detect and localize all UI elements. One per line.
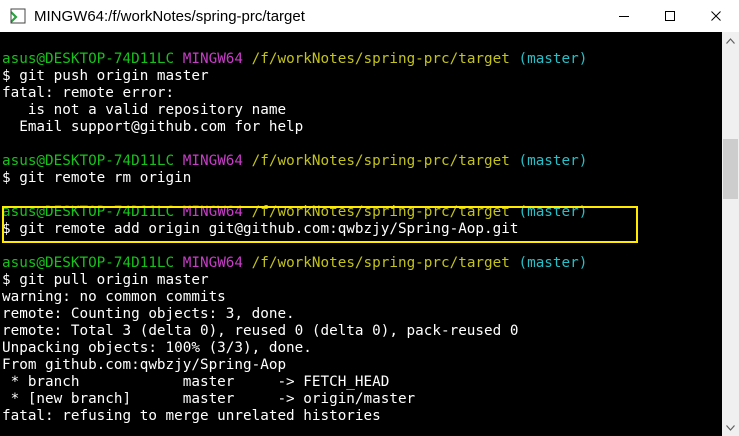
git-bash-icon <box>10 8 26 24</box>
prompt-path: /f/workNotes/spring-prc/target <box>251 255 510 271</box>
prompt-user: asus@DESKTOP-74D11LC <box>2 51 175 67</box>
minimize-icon <box>619 16 629 17</box>
vertical-scrollbar[interactable] <box>722 32 739 436</box>
output-line: remote: Counting objects: 3, done. <box>2 306 295 322</box>
output-line: From github.com:qwbzjy/Spring-Aop <box>2 357 287 373</box>
prompt-branch: (master) <box>518 255 588 271</box>
output-line: remote: Total 3 (delta 0), reused 0 (del… <box>2 323 519 339</box>
prompt-branch: (master) <box>518 153 588 169</box>
window-title: MINGW64:/f/workNotes/spring-prc/target <box>34 7 305 25</box>
output-line: fatal: refusing to merge unrelated histo… <box>2 408 381 424</box>
prompt-line: asus@DESKTOP-74D11LC MINGW64 /f/workNote… <box>2 153 587 170</box>
chevron-up-icon <box>726 37 735 44</box>
close-button[interactable] <box>693 0 739 32</box>
output-line: * branch master -> FETCH_HEAD <box>2 374 390 390</box>
prompt-path: /f/workNotes/spring-prc/target <box>251 51 510 67</box>
command-line: $ git remote rm origin <box>2 170 192 186</box>
prompt-branch: (master) <box>518 51 588 67</box>
maximize-button[interactable] <box>647 0 693 32</box>
title-bar[interactable]: MINGW64:/f/workNotes/spring-prc/target <box>0 0 739 32</box>
output-line: Email support@github.com for help <box>2 119 304 135</box>
prompt-user: asus@DESKTOP-74D11LC <box>2 153 175 169</box>
prompt-env: MINGW64 <box>182 255 244 271</box>
output-line: Unpacking objects: 100% (3/3), done. <box>2 340 312 356</box>
output-line: warning: no common commits <box>2 289 226 305</box>
scroll-down-button[interactable] <box>722 419 739 436</box>
output-line: * [new branch] master -> origin/master <box>2 391 416 407</box>
close-icon <box>711 11 721 21</box>
scroll-up-button[interactable] <box>722 32 739 49</box>
terminal-window: MINGW64:/f/workNotes/spring-prc/target a… <box>0 0 739 436</box>
command-line: $ git push origin master <box>2 68 209 84</box>
prompt-line: asus@DESKTOP-74D11LC MINGW64 /f/workNote… <box>2 255 587 272</box>
highlight-annotation <box>2 206 638 243</box>
prompt-path: /f/workNotes/spring-prc/target <box>251 153 510 169</box>
output-line: fatal: remote error: <box>2 85 175 101</box>
prompt-line: asus@DESKTOP-74D11LC MINGW64 /f/workNote… <box>2 51 587 68</box>
output-line: is not a valid repository name <box>2 102 287 118</box>
window-controls <box>601 0 739 32</box>
chevron-down-icon <box>726 424 735 431</box>
maximize-icon <box>665 11 675 21</box>
prompt-env: MINGW64 <box>182 153 244 169</box>
prompt-env: MINGW64 <box>182 51 244 67</box>
terminal-output[interactable]: asus@DESKTOP-74D11LC MINGW64 /f/workNote… <box>0 32 722 436</box>
scrollbar-thumb[interactable] <box>723 139 738 199</box>
minimize-button[interactable] <box>601 0 647 32</box>
command-line: $ git pull origin master <box>2 272 209 288</box>
prompt-user: asus@DESKTOP-74D11LC <box>2 255 175 271</box>
